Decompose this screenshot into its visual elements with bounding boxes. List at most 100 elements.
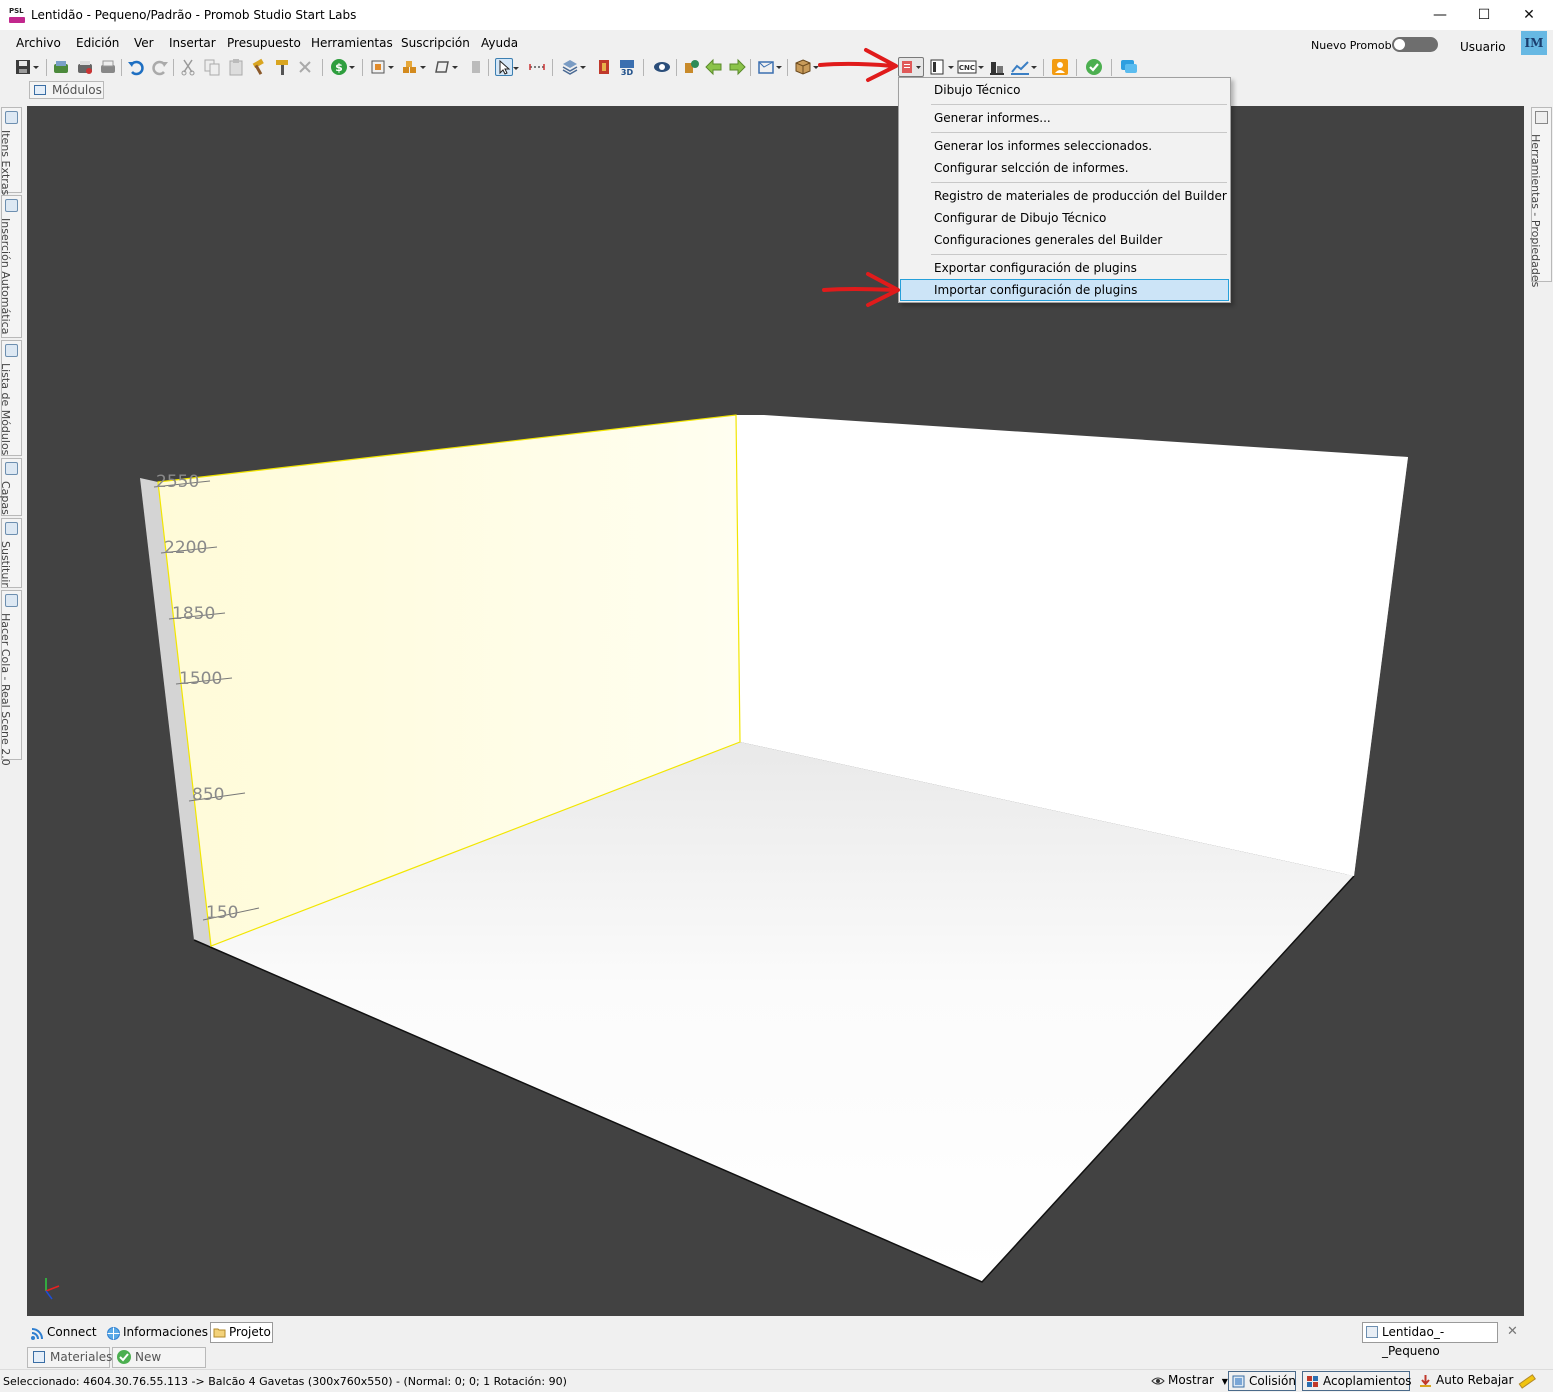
reports-dropdown-menu: Dibujo Técnico Generar informes... Gener… — [898, 77, 1231, 303]
disabled-tool-icon[interactable] — [467, 58, 485, 76]
auto-rebajar-label: Auto Rebajar — [1436, 1373, 1514, 1387]
back-icon[interactable] — [705, 58, 723, 76]
forward-icon[interactable] — [728, 58, 746, 76]
status-bar: Seleccionado: 4604.30.76.55.113 -> Balcã… — [0, 1369, 1553, 1392]
nuevo-promob-toggle[interactable] — [1392, 37, 1438, 52]
reports-icon[interactable] — [898, 57, 924, 77]
menuitem-configurar-dibujo-tecnico[interactable]: Configurar de Dibujo Técnico — [900, 207, 1229, 229]
mostrar-button[interactable]: Mostrar ▼ — [1148, 1371, 1228, 1391]
sidetab-itens-extras[interactable]: Itens Extras — [0, 107, 22, 196]
menuitem-configuraciones-generales-builder[interactable]: Configuraciones generales del Builder — [900, 229, 1229, 251]
menuitem-generar-informes-seleccionados[interactable]: Generar los informes seleccionados. — [900, 135, 1229, 157]
tools-icon — [1535, 111, 1548, 124]
sidetab-label: Itens Extras — [0, 130, 12, 196]
bottom-tab-bar: Connect Informaciones Projeto — [24, 1322, 1527, 1343]
3d-icon[interactable]: 3D — [618, 58, 636, 77]
render-icon[interactable] — [682, 58, 700, 76]
user-menu[interactable]: Usuario — [1460, 40, 1506, 54]
ruler-icon[interactable] — [1518, 1373, 1536, 1392]
menu-ver[interactable]: Ver — [134, 36, 154, 50]
chat-icon[interactable] — [1120, 58, 1138, 76]
menuitem-dibujo-tecnico[interactable]: Dibujo Técnico — [900, 79, 1229, 101]
contact-icon[interactable] — [1051, 58, 1069, 76]
check-icon[interactable] — [1085, 58, 1103, 76]
main-toolbar: $ 3D CNC — [0, 55, 1553, 80]
user-avatar[interactable]: IM — [1521, 31, 1547, 55]
select-icon[interactable] — [495, 58, 519, 76]
menu-edicion[interactable]: Edición — [76, 36, 119, 50]
sidetab-lista-de-modulos[interactable]: Lista de Módulos — [0, 340, 22, 456]
undo-icon[interactable] — [127, 58, 145, 76]
view-icon[interactable] — [653, 58, 671, 76]
acoplamientos-toggle[interactable]: Acoplamientos — [1302, 1371, 1412, 1391]
cut-list-icon[interactable] — [52, 58, 70, 76]
document-close-icon[interactable]: ✕ — [1507, 1324, 1518, 1339]
menu-herramientas[interactable]: Herramientas — [311, 36, 393, 50]
print-preview-icon[interactable] — [76, 58, 94, 76]
tab-materiales[interactable]: Materiales — [27, 1347, 112, 1368]
sidetab-label: Capas — [0, 481, 12, 515]
menuitem-generar-informes[interactable]: Generar informes... — [900, 107, 1229, 129]
minimize-button[interactable]: — — [1417, 0, 1463, 30]
height-mark: 1850 — [172, 604, 215, 624]
close-window-button[interactable]: ✕ — [1506, 0, 1552, 30]
tab-informaciones[interactable]: Informaciones — [105, 1322, 208, 1343]
maximize-button[interactable]: ☐ — [1461, 0, 1507, 30]
save-icon[interactable] — [14, 58, 39, 76]
menu-presupuesto[interactable]: Presupuesto — [227, 36, 301, 50]
height-mark: 850 — [192, 785, 224, 805]
sidetab-herramientas-propiedades[interactable]: Herramientas - Propiedades — [1529, 107, 1552, 287]
sidetab-capas[interactable]: Capas — [0, 458, 22, 516]
cnc-icon-label: CNC — [959, 64, 975, 72]
box-icon[interactable] — [794, 58, 819, 76]
measure-icon[interactable] — [528, 58, 546, 76]
height-mark: 2550 — [156, 472, 199, 492]
camera-icon[interactable] — [757, 58, 782, 76]
sidetab-label: Herramientas - Propiedades — [1529, 134, 1542, 288]
production-icon[interactable] — [988, 58, 1006, 76]
menu-insertar[interactable]: Insertar — [169, 36, 216, 50]
svg-text:$: $ — [335, 61, 343, 74]
menu-bar: Archivo Edición Ver Insertar Presupuesto… — [0, 30, 1553, 55]
paste-icon[interactable] — [227, 58, 245, 76]
tab-projeto[interactable]: Projeto — [210, 1322, 273, 1343]
menu-suscripcion[interactable]: Suscripción — [401, 36, 470, 50]
menuitem-configurar-seleccion-informes[interactable]: Configurar selcción de informes. — [900, 157, 1229, 179]
modules-icon[interactable] — [369, 58, 394, 76]
chart-icon[interactable] — [1010, 58, 1037, 76]
document-tab[interactable]: Lentidao_-_Pequeno — [1362, 1322, 1498, 1358]
redo-icon[interactable] — [151, 58, 169, 76]
queue-icon — [5, 594, 18, 607]
menuitem-exportar-configuracion-plugins[interactable]: Exportar configuración de plugins — [900, 257, 1229, 279]
sidetab-sustituir[interactable]: Sustituir — [0, 518, 22, 588]
cnc-icon[interactable]: CNC — [957, 58, 984, 76]
modulos-tab[interactable]: Módulos — [29, 81, 104, 99]
3d-viewport[interactable]: 2550 2200 1850 1500 850 150 — [27, 106, 1524, 1316]
hammer-icon[interactable] — [250, 58, 268, 76]
menu-ayuda[interactable]: Ayuda — [481, 36, 518, 50]
copy-icon[interactable] — [203, 58, 221, 76]
shape-icon[interactable] — [433, 58, 458, 76]
technical-drawing-icon[interactable] — [929, 58, 954, 76]
layers-icon[interactable] — [561, 58, 586, 76]
menu-archivo[interactable]: Archivo — [16, 36, 61, 50]
modulos-tab-label: Módulos — [52, 83, 102, 97]
acoplamientos-label: Acoplamientos — [1323, 1374, 1412, 1388]
colision-toggle[interactable]: Colisión — [1228, 1371, 1296, 1391]
brush-icon[interactable] — [273, 58, 291, 76]
sidetab-insercion-automatica[interactable]: Inserción Automática — [0, 195, 22, 338]
cut-icon[interactable] — [179, 58, 197, 76]
print-icon[interactable] — [99, 58, 117, 76]
sidetab-hacer-cola[interactable]: Hacer Cola - Real Scene 2.0 — [0, 590, 22, 766]
delete-icon[interactable] — [296, 58, 314, 76]
menuitem-registro-materiales-builder[interactable]: Registro de materiales de producción del… — [900, 185, 1229, 207]
left-sidebar: Itens Extras Inserción Automática Lista … — [0, 107, 22, 766]
auto-rebajar-toggle[interactable]: Auto Rebajar — [1416, 1371, 1513, 1391]
wall-dimension-icon[interactable] — [595, 58, 613, 76]
menuitem-importar-configuracion-plugins[interactable]: Importar configuración de plugins — [900, 279, 1229, 301]
tab-connect[interactable]: Connect — [29, 1322, 101, 1343]
tab-new-auditor[interactable]: New Auditor — [112, 1347, 206, 1383]
blocks-icon[interactable] — [401, 58, 426, 76]
budget-icon[interactable]: $ — [330, 58, 355, 76]
sidetab-label: Sustituir — [0, 541, 12, 587]
